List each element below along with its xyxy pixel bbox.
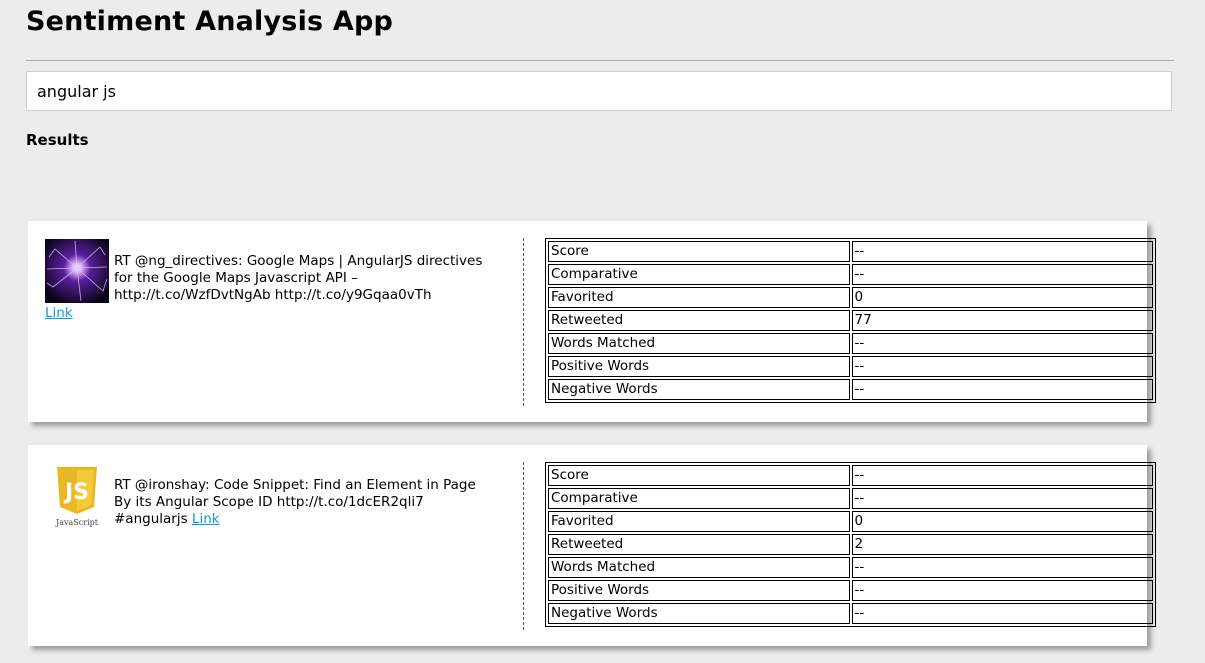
stat-label: Favorited [548,287,850,308]
stats-row-retweeted: Retweeted 2 [548,534,1153,555]
stat-value: -- [851,333,1153,354]
stats-row-words-matched: Words Matched -- [548,557,1153,578]
stat-label: Words Matched [548,557,850,578]
stats-row-score: Score -- [548,465,1153,486]
stat-label: Positive Words [548,580,850,601]
stats-row-words-matched: Words Matched -- [548,333,1153,354]
result-card: RT @ng_directives: Google Maps | Angular… [28,221,1156,422]
stat-label: Score [548,465,850,486]
stat-label: Comparative [548,264,850,285]
card-divider [523,462,524,630]
stat-value: -- [851,488,1153,509]
stat-value: 0 [851,287,1153,308]
tweet-text: RT @ng_directives: Google Maps | Angular… [114,253,483,303]
stat-value: -- [851,356,1153,377]
stat-label: Negative Words [548,379,850,400]
stats-row-negative-words: Negative Words -- [548,603,1153,624]
stats-row-positive-words: Positive Words -- [548,356,1153,377]
javascript-caption: JavaScript [55,518,99,527]
stat-label: Retweeted [548,534,850,555]
stat-value: -- [851,557,1153,578]
stat-label: Words Matched [548,333,850,354]
tweet-link[interactable]: Link [192,511,220,527]
stats-row-positive-words: Positive Words -- [548,580,1153,601]
tweet-text-block: RT @ironshay: Code Snippet: Find an Elem… [114,477,494,527]
stats-row-favorited: Favorited 0 [548,287,1153,308]
result-card: JS JavaScript RT @ironshay: Code Snippet… [28,445,1156,646]
purple-plasma-avatar-icon [45,239,109,303]
stat-value: -- [851,241,1153,262]
stat-value: -- [851,264,1153,285]
stats-row-favorited: Favorited 0 [548,511,1153,532]
stat-label: Negative Words [548,603,850,624]
card-divider [523,238,524,406]
stat-value: -- [851,580,1153,601]
stat-value: 2 [851,534,1153,555]
stat-label: Positive Words [548,356,850,377]
stats-row-comparative: Comparative -- [548,264,1153,285]
stat-label: Score [548,241,850,262]
stats-row-score: Score -- [548,241,1153,262]
stats-table: Score -- Comparative -- Favorited 0 Retweet… [545,238,1156,403]
stat-label: Favorited [548,511,850,532]
search-input[interactable] [26,71,1172,111]
javascript-shield-icon: JS JavaScript [45,463,109,527]
stats-row-retweeted: Retweeted 77 [548,310,1153,331]
stat-value: 0 [851,511,1153,532]
stat-value: -- [851,465,1153,486]
app-title: Sentiment Analysis App [26,6,394,37]
stat-label: Comparative [548,488,850,509]
stat-value: -- [851,379,1153,400]
tweet-link[interactable]: Link [45,305,73,321]
results-heading: Results [26,131,89,149]
header-divider [26,60,1174,61]
js-logo-text: JS [63,480,89,505]
stat-value: 77 [851,310,1153,331]
stat-value: -- [851,603,1153,624]
stats-table: Score -- Comparative -- Favorited 0 Retweet… [545,462,1156,627]
tweet-text: RT @ironshay: Code Snippet: Find an Elem… [114,477,476,527]
stats-row-comparative: Comparative -- [548,488,1153,509]
stats-row-negative-words: Negative Words -- [548,379,1153,400]
stat-label: Retweeted [548,310,850,331]
